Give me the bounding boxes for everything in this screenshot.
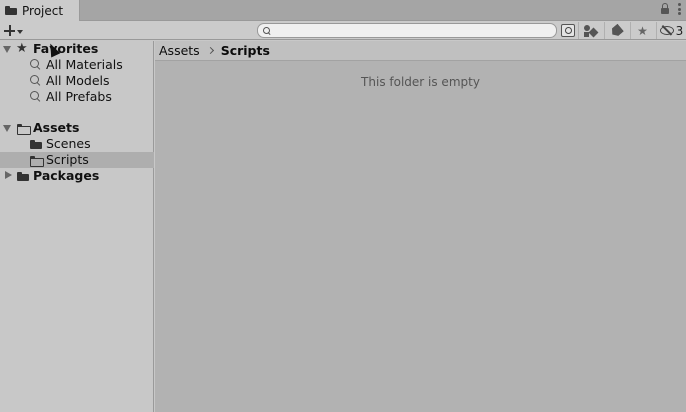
tree-item-label: All Models xyxy=(46,73,110,88)
empty-folder-message: This folder is empty xyxy=(361,75,480,89)
tree-item-scenes[interactable]: Scenes xyxy=(0,136,154,152)
tree-item-assets[interactable]: Assets xyxy=(0,120,154,136)
search-input[interactable] xyxy=(275,24,556,37)
breadcrumb-current[interactable]: Scripts xyxy=(221,43,270,58)
tree-item-all-models[interactable]: All Models xyxy=(0,73,154,89)
chevron-down-icon xyxy=(17,29,23,34)
search-field[interactable] xyxy=(257,23,557,38)
filter-by-label-button[interactable] xyxy=(604,22,628,39)
save-search-button[interactable]: ★ xyxy=(630,22,654,39)
folder-icon xyxy=(30,140,42,149)
tab-title: Project xyxy=(22,3,64,18)
expand-arrow-icon[interactable] xyxy=(3,125,11,132)
tab-project[interactable]: Project xyxy=(0,0,80,21)
search-icon xyxy=(263,26,271,35)
search-type-icon xyxy=(561,24,575,37)
folder-icon xyxy=(17,172,29,181)
lock-icon[interactable] xyxy=(660,3,670,15)
tag-icon xyxy=(609,23,624,38)
tree-item-label: All Materials xyxy=(46,57,123,72)
hidden-count: 3 xyxy=(675,23,684,38)
tree-item-label: Scripts xyxy=(46,152,89,167)
favorites-label: Favorites xyxy=(33,41,99,56)
tree-item-label: All Prefabs xyxy=(46,89,112,104)
more-options-icon[interactable] xyxy=(678,3,681,15)
tree-item-all-materials[interactable]: All Materials xyxy=(0,57,154,73)
expand-arrow-icon[interactable] xyxy=(3,46,11,53)
tree-item-all-prefabs[interactable]: All Prefabs xyxy=(0,89,154,105)
search-icon xyxy=(30,59,41,70)
folder-icon xyxy=(5,6,17,15)
search-icon xyxy=(30,75,41,86)
search-by-type-button[interactable] xyxy=(556,22,580,39)
star-icon: ★ xyxy=(16,41,28,56)
tree-item-favorites[interactable]: ★ Favorites xyxy=(0,41,154,57)
shapes-icon xyxy=(583,24,598,37)
window-controls xyxy=(660,3,681,15)
folder-open-icon xyxy=(17,124,31,135)
tree-item-packages[interactable]: Packages xyxy=(0,168,154,184)
eye-slash-icon xyxy=(659,26,674,35)
filter-by-type-button[interactable] xyxy=(578,22,602,39)
chevron-right-icon xyxy=(206,46,214,55)
breadcrumb: Assets Scripts xyxy=(155,41,686,61)
hidden-packages-toggle[interactable]: 3 xyxy=(656,22,686,39)
tree-item-scripts[interactable]: Scripts xyxy=(0,152,154,168)
packages-label: Packages xyxy=(33,168,100,183)
assets-label: Assets xyxy=(33,120,80,135)
search-icon xyxy=(30,91,41,102)
star-icon: ★ xyxy=(637,23,648,38)
folder-open-icon xyxy=(30,156,44,167)
folder-contents[interactable]: Assets Scripts This folder is empty xyxy=(155,41,686,412)
tree-item-label: Scenes xyxy=(46,136,91,151)
create-button[interactable] xyxy=(4,22,32,39)
folder-tree: ★ Favorites All Materials All Models All… xyxy=(0,41,154,412)
toolbar: ★ 3 xyxy=(0,21,686,40)
plus-icon xyxy=(4,25,15,36)
breadcrumb-assets[interactable]: Assets xyxy=(159,43,200,58)
collapse-arrow-icon[interactable] xyxy=(5,171,12,179)
tab-bar: Project xyxy=(0,0,686,21)
